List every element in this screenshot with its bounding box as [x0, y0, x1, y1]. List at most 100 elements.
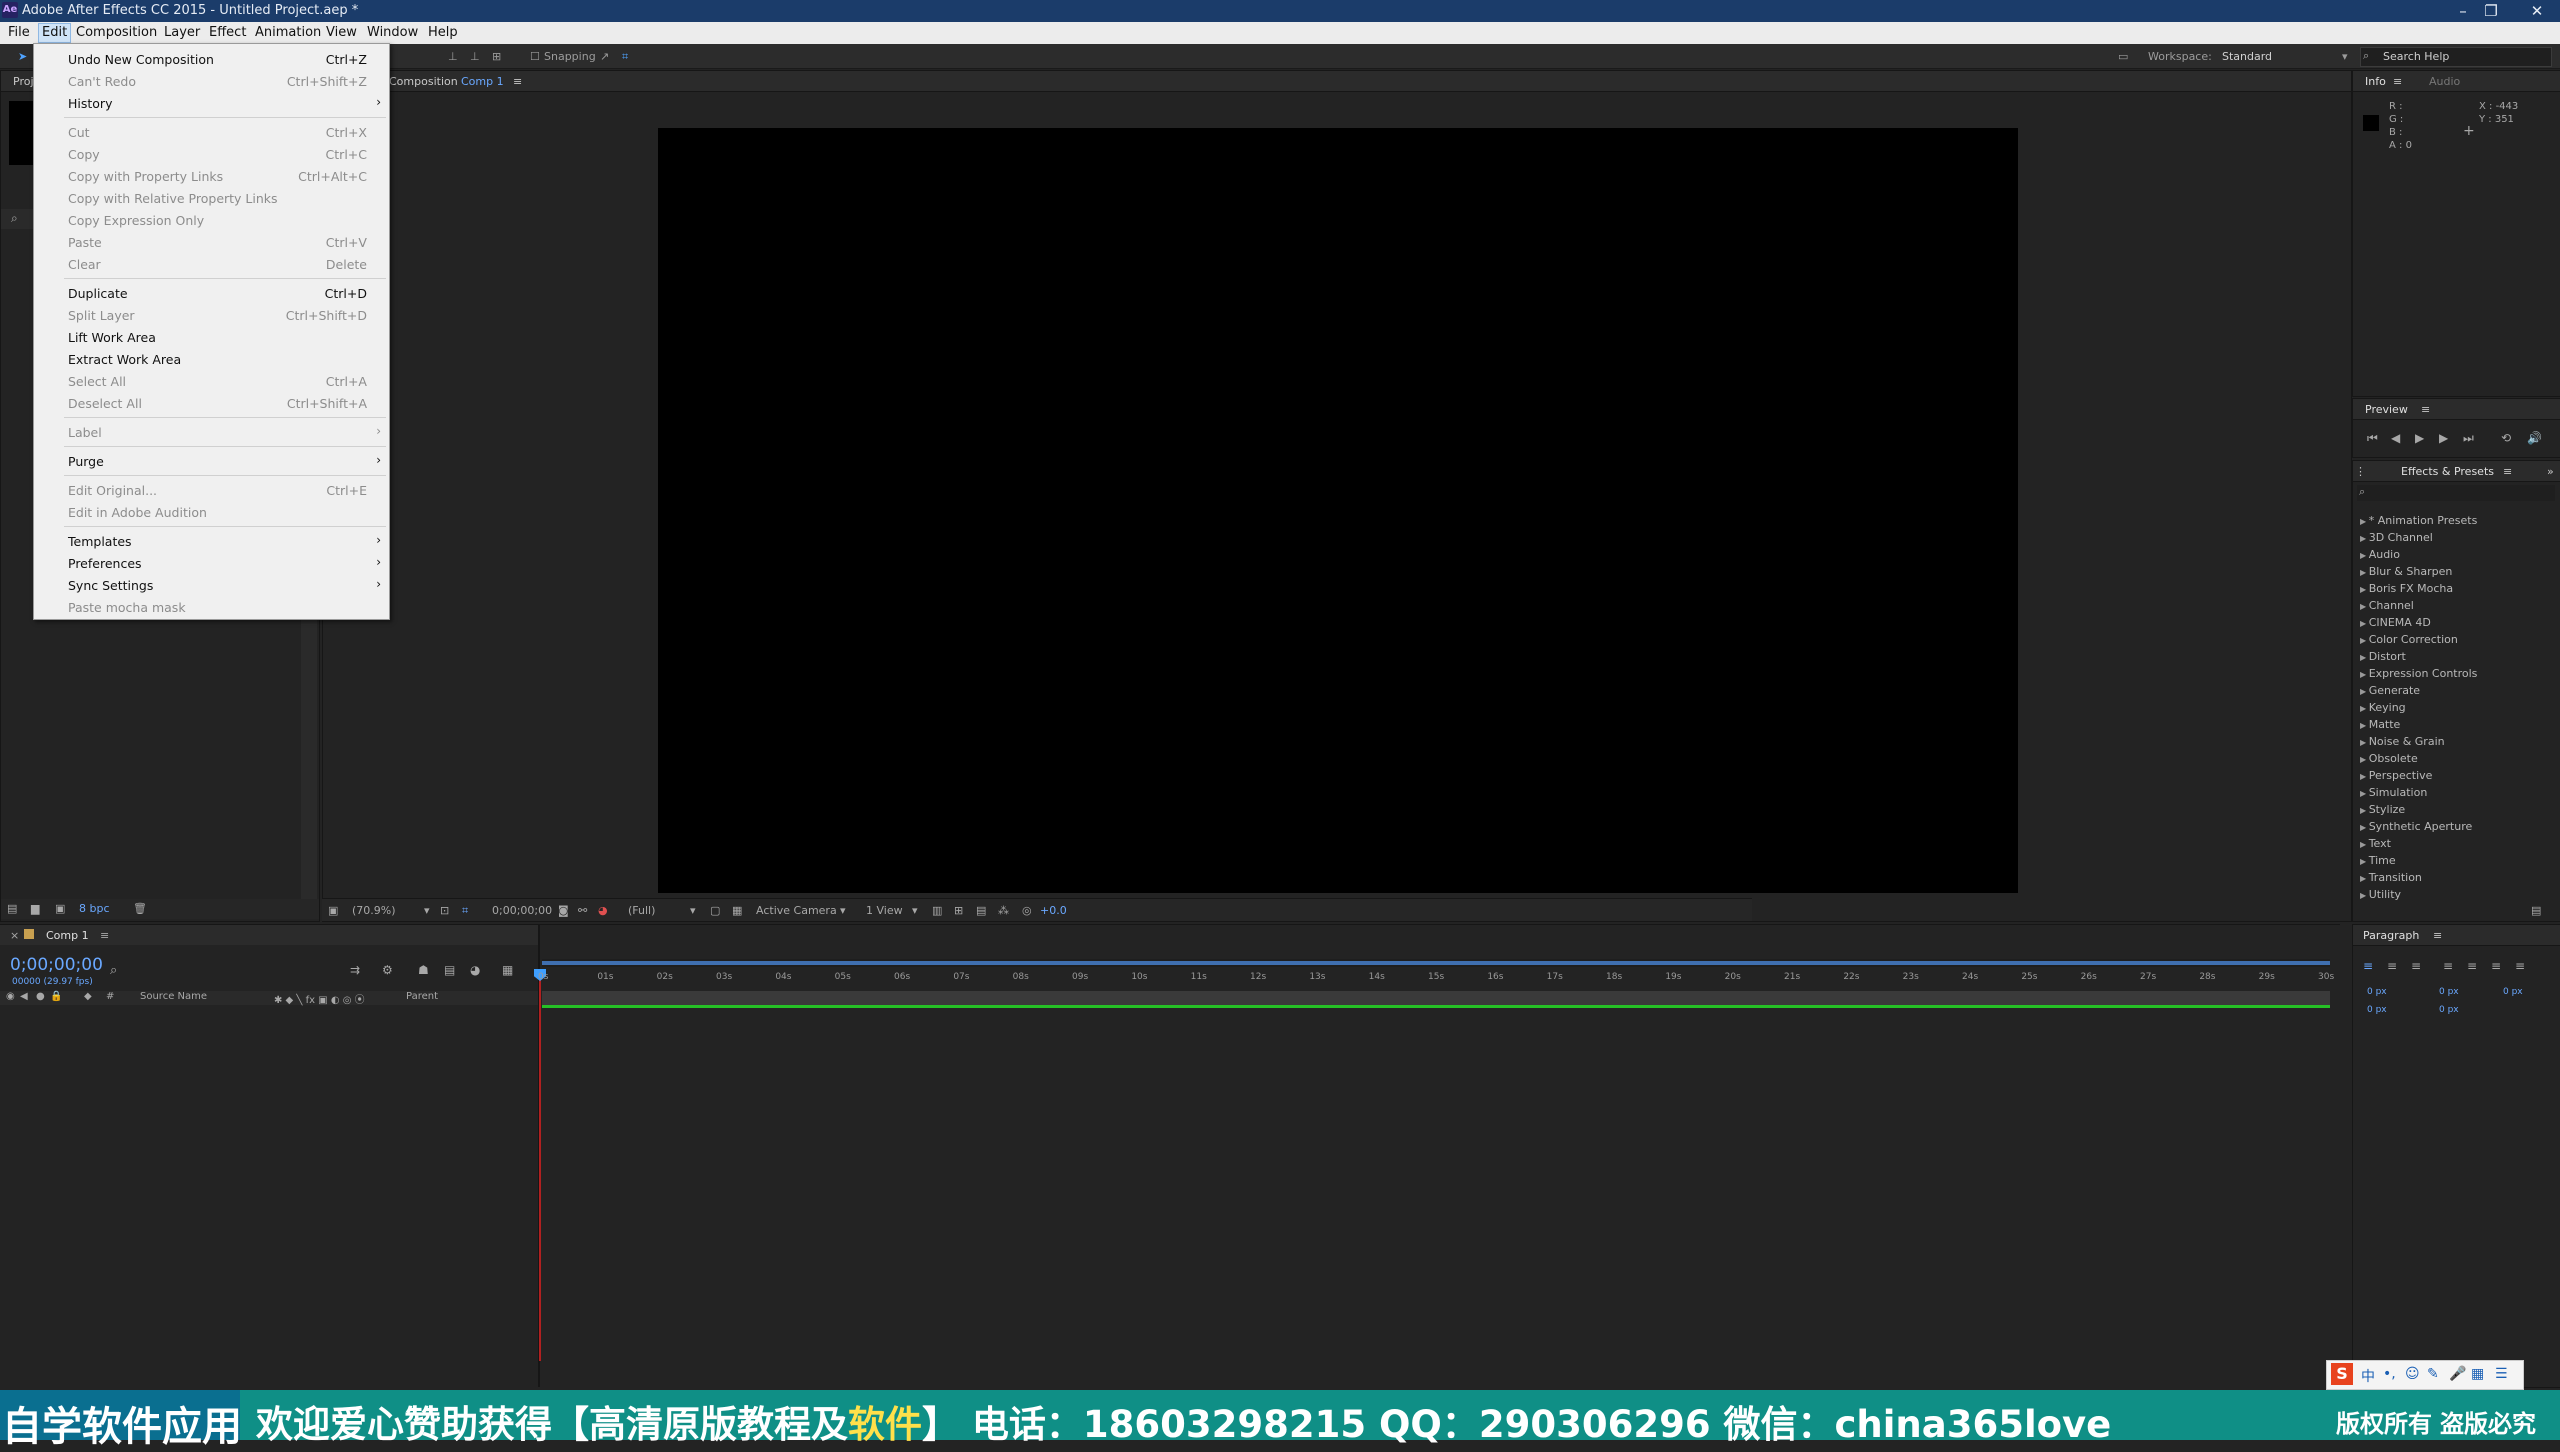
effects-category-item[interactable]: Audio: [2360, 548, 2400, 561]
align-center-icon[interactable]: ≡: [2387, 959, 2397, 973]
search-help-input[interactable]: ⌕ Search Help: [2360, 47, 2552, 67]
effects-category-item[interactable]: Simulation: [2360, 786, 2428, 799]
effects-category-item[interactable]: Synthetic Aperture: [2360, 820, 2473, 833]
time-navigator[interactable]: [542, 959, 2330, 967]
effects-category-item[interactable]: Boris FX Mocha: [2360, 582, 2453, 595]
effects-menu-icon[interactable]: ≡: [2503, 465, 2512, 478]
indent-first-value[interactable]: 0 px: [2439, 987, 2459, 997]
axis-world-icon[interactable]: ⊥: [470, 50, 480, 63]
snap-feature-icon[interactable]: ⌗: [622, 50, 628, 64]
effects-category-item[interactable]: Transition: [2360, 871, 2422, 884]
space-before-value[interactable]: 0 px: [2367, 1005, 2387, 1015]
effects-category-item[interactable]: Noise & Grain: [2360, 735, 2445, 748]
camera-dropdown-icon[interactable]: ▾: [840, 904, 846, 917]
transparency-grid-icon[interactable]: ▦: [732, 904, 742, 917]
timeline-link-icon[interactable]: ▤: [976, 904, 986, 917]
tab-timeline-comp[interactable]: Comp 1: [46, 929, 89, 942]
menu-view[interactable]: View: [326, 25, 357, 40]
snap-edge-icon[interactable]: ↗: [600, 50, 609, 63]
resolution-select[interactable]: (Full): [628, 904, 655, 917]
edit-menu-item[interactable]: Extract Work Area: [34, 348, 389, 370]
axis-icon[interactable]: ⊥: [448, 50, 458, 63]
edit-menu-item[interactable]: Purge ›: [34, 450, 389, 472]
ime-keyboard-icon[interactable]: ▦: [2471, 1366, 2484, 1382]
channel-icon[interactable]: ◕: [598, 904, 608, 917]
grid-icon[interactable]: ⌗: [462, 904, 468, 918]
toggle-pixel-icon[interactable]: ▥: [932, 904, 942, 917]
effects-category-item[interactable]: Channel: [2360, 599, 2414, 612]
edit-menu-item[interactable]: History ›: [34, 92, 389, 114]
timeline-search-icon[interactable]: ⌕: [110, 963, 117, 978]
restore-icon[interactable]: ❐: [2468, 0, 2514, 22]
timeline-close-icon[interactable]: ×: [10, 929, 19, 942]
ime-toolbar[interactable]: S 中 •, ☺ ✎ 🎤 ▦ ☰: [2326, 1360, 2524, 1390]
play-icon[interactable]: ▶: [2415, 431, 2424, 445]
delete-icon[interactable]: 🗑: [133, 902, 147, 915]
ime-logo-icon[interactable]: S: [2331, 1363, 2353, 1385]
tab-info[interactable]: Info: [2365, 75, 2386, 88]
edit-menu-item[interactable]: Lift Work Area: [34, 326, 389, 348]
justify-right-icon[interactable]: ≡: [2491, 959, 2501, 973]
menu-layer[interactable]: Layer: [164, 25, 200, 40]
interpret-footage-icon[interactable]: ▤: [7, 902, 17, 915]
edit-menu-item[interactable]: Sync Settings ›: [34, 574, 389, 596]
align-left-icon[interactable]: ≡: [2363, 959, 2373, 973]
show-snapshot-icon[interactable]: ⚯: [578, 904, 587, 917]
always-preview-icon[interactable]: ▣: [328, 904, 338, 917]
parent-column[interactable]: Parent: [406, 991, 438, 1002]
effects-category-item[interactable]: Blur & Sharpen: [2360, 565, 2453, 578]
menu-composition[interactable]: Composition: [76, 25, 157, 40]
tab-effects-presets[interactable]: Effects & Presets: [2401, 465, 2494, 478]
menu-edit[interactable]: Edit: [38, 23, 72, 43]
tab-audio[interactable]: Audio: [2429, 75, 2460, 88]
effects-category-item[interactable]: Utility: [2360, 888, 2401, 901]
zoom-select[interactable]: (70.9%): [352, 904, 396, 917]
current-timecode[interactable]: 0;00;00;00: [10, 955, 103, 975]
workspace-dropdown-icon[interactable]: ▾: [2342, 50, 2348, 63]
justify-left-icon[interactable]: ≡: [2443, 959, 2453, 973]
views-select[interactable]: 1 View: [866, 904, 903, 917]
bpc-label[interactable]: 8 bpc: [79, 902, 110, 915]
info-menu-icon[interactable]: ≡: [2393, 75, 2402, 88]
panel-menu-icon[interactable]: ≡: [513, 75, 522, 88]
ime-menu-icon[interactable]: ☰: [2495, 1366, 2508, 1382]
last-frame-icon[interactable]: ⏭: [2463, 431, 2474, 446]
edit-menu-item[interactable]: Duplicate Ctrl+D: [34, 282, 389, 304]
close-icon[interactable]: ✕: [2514, 0, 2560, 22]
paragraph-menu-icon[interactable]: ≡: [2433, 929, 2442, 942]
edit-menu-item[interactable]: Templates ›: [34, 530, 389, 552]
new-preset-icon[interactable]: ▤: [2531, 904, 2541, 917]
fit-icon[interactable]: ⊡: [440, 904, 449, 917]
edit-menu-item[interactable]: Undo New Composition Ctrl+Z: [34, 48, 389, 70]
workspace-icon[interactable]: ▭: [2118, 50, 2128, 63]
prev-frame-icon[interactable]: ◀: [2391, 431, 2400, 445]
menu-window[interactable]: Window: [367, 25, 418, 40]
align-right-icon[interactable]: ≡: [2411, 959, 2421, 973]
fast-preview-icon[interactable]: ⊞: [954, 904, 963, 917]
ime-voice-icon[interactable]: 🎤: [2449, 1366, 2466, 1382]
mute-audio-icon[interactable]: 🔊: [2527, 431, 2542, 445]
effects-category-item[interactable]: * Animation Presets: [2360, 514, 2478, 527]
selection-tool-icon[interactable]: ➤: [18, 50, 27, 63]
effects-category-item[interactable]: Color Correction: [2360, 633, 2458, 646]
indent-left-value[interactable]: 0 px: [2367, 987, 2387, 997]
effects-category-item[interactable]: Matte: [2360, 718, 2401, 731]
loop-icon[interactable]: ⟲: [2501, 431, 2511, 445]
effects-category-item[interactable]: Generate: [2360, 684, 2420, 697]
tab-composition[interactable]: Composition: [389, 75, 458, 88]
effects-category-item[interactable]: Time: [2360, 854, 2396, 867]
effects-category-item[interactable]: Perspective: [2360, 769, 2433, 782]
comp-mini-flowchart-icon[interactable]: ⇉: [350, 963, 360, 977]
ime-chinese-icon[interactable]: 中: [2361, 1366, 2375, 1386]
preview-menu-icon[interactable]: ≡: [2421, 403, 2430, 416]
menu-effect[interactable]: Effect: [209, 25, 246, 40]
work-area-bar[interactable]: [542, 991, 2330, 1005]
new-comp-icon[interactable]: ▣: [55, 902, 65, 915]
effects-category-item[interactable]: CINEMA 4D: [2360, 616, 2431, 629]
axis-view-icon[interactable]: ⊞: [492, 50, 501, 63]
next-frame-icon[interactable]: ▶: [2439, 431, 2448, 445]
source-name-column[interactable]: Source Name: [140, 991, 207, 1002]
tab-composition-name[interactable]: Comp 1: [461, 75, 504, 88]
effects-category-item[interactable]: Obsolete: [2360, 752, 2418, 765]
menu-animation[interactable]: Animation: [255, 25, 321, 40]
